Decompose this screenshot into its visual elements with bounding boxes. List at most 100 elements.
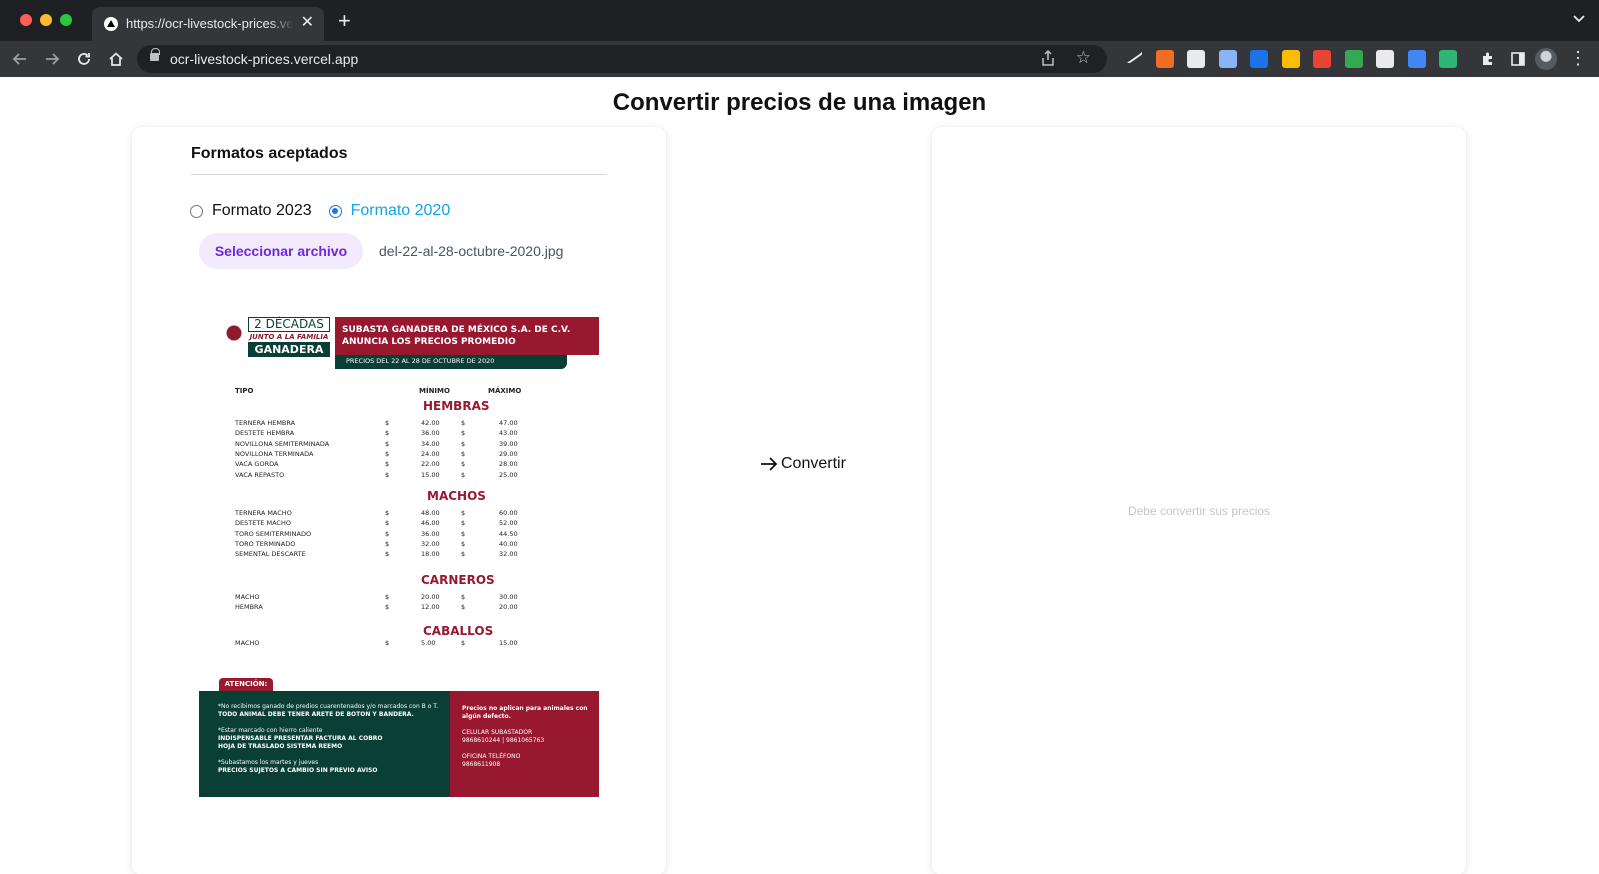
currency-sign: $: [461, 449, 466, 458]
maximize-window-button[interactable]: [60, 14, 72, 26]
currency-sign: $: [385, 539, 390, 548]
currency-sign: $: [461, 509, 466, 517]
price-max: 32.00: [499, 550, 518, 559]
price-min: 36.00: [421, 529, 440, 538]
price-section-heading: HEMBRAS: [423, 399, 490, 413]
price-row: TERNERA MACHO $48.00 $60.00: [199, 509, 599, 519]
bull-logo-icon: [222, 317, 246, 357]
extension-icon[interactable]: [1407, 50, 1426, 68]
browser-toolbar: ocr-livestock-prices.vercel.app ☆ ⋮: [0, 41, 1599, 77]
radio-label-2023[interactable]: Formato 2023: [212, 202, 312, 220]
close-window-button[interactable]: [20, 14, 32, 26]
note: HOJA DE TRASLADO SISTEMA REEMO: [218, 743, 343, 750]
share-icon[interactable]: [1041, 49, 1055, 69]
currency-sign: $: [461, 519, 466, 528]
price-type: TORO SEMITERMINADO: [235, 529, 312, 538]
browser-titlebar: https://ocr-livestock-prices.vercel.app …: [0, 0, 1599, 41]
select-file-button[interactable]: Seleccionar archivo: [199, 233, 363, 269]
price-row: TORO SEMITERMINADO $36.00 $44.50: [199, 530, 599, 540]
price-min: 20.00: [421, 593, 440, 601]
extension-icon[interactable]: [1250, 50, 1268, 68]
price-row: DESTETE HEMBRA $36.00 $43.00: [199, 429, 599, 439]
uploaded-image-preview: 2 DÉCADAS JUNTO A LA FAMILIA GANADERA SU…: [199, 307, 599, 797]
home-icon[interactable]: [104, 47, 128, 71]
price-row: HEMBRA $12.00 $20.00: [199, 603, 599, 613]
flyer-header: SUBASTA GANADERA DE MÉXICO S.A. DE C.V. …: [335, 317, 599, 355]
price-max: 28.00: [499, 460, 518, 469]
note: PRECIOS SUJETOS A CAMBIO SIN PREVIO AVIS…: [218, 767, 378, 774]
contact-note: algún defecto.: [462, 713, 511, 720]
extension-icon[interactable]: [1122, 45, 1144, 65]
price-type: NOVILLONA SEMITERMINADA: [235, 439, 330, 448]
url-text[interactable]: ocr-livestock-prices.vercel.app: [170, 51, 358, 67]
arrow-right-icon: [761, 457, 778, 471]
profile-avatar[interactable]: [1535, 48, 1557, 70]
forward-icon[interactable]: [40, 47, 64, 71]
browser-tab[interactable]: https://ocr-livestock-prices.vercel.app …: [92, 7, 324, 41]
tab-close-icon[interactable]: ✕: [301, 14, 314, 32]
currency-sign: $: [385, 449, 390, 458]
page: Convertir precios de una imagen Formatos…: [0, 77, 1599, 874]
price-min: 24.00: [421, 449, 440, 458]
note: TODO ANIMAL DEBE TENER ARETE DE BOTON Y …: [218, 711, 414, 718]
tab-search-chevron-icon[interactable]: [1573, 10, 1585, 26]
extension-icon[interactable]: [1218, 50, 1237, 68]
results-card: Debe convertir sus precios: [932, 127, 1466, 874]
col-header-maximo: MÁXIMO: [488, 387, 522, 395]
sidebar-icon[interactable]: [1506, 47, 1530, 71]
currency-sign: $: [385, 470, 390, 479]
price-row: TORO TERMINADO $32.00 $40.00: [199, 540, 599, 550]
price-min: 22.00: [421, 460, 440, 469]
currency-sign: $: [461, 460, 466, 469]
minimize-window-button[interactable]: [40, 14, 52, 26]
address-bar[interactable]: ocr-livestock-prices.vercel.app ☆: [137, 45, 1107, 73]
price-type: HEMBRA: [235, 603, 263, 612]
price-row: SEMENTAL DESCARTE $18.00 $32.00: [199, 550, 599, 560]
price-max: 39.00: [499, 439, 518, 448]
price-type: TERNERA MACHO: [235, 509, 292, 517]
price-min: 12.00: [421, 603, 440, 612]
price-max: 60.00: [499, 509, 518, 517]
currency-sign: $: [461, 439, 466, 448]
extension-icon[interactable]: [1281, 50, 1300, 68]
extension-icon[interactable]: [1344, 50, 1363, 68]
price-max: 44.50: [499, 529, 518, 538]
extension-icon[interactable]: [1376, 50, 1394, 68]
extensions-icon[interactable]: [1476, 47, 1500, 71]
convert-button[interactable]: Convertir: [760, 455, 846, 473]
price-max: 52.00: [499, 519, 518, 528]
flyer-contact: Precios no aplican para animales con alg…: [450, 691, 599, 797]
contact-note: 9868611908: [462, 761, 501, 768]
col-header-tipo: TIPO: [235, 387, 254, 395]
reload-icon[interactable]: [72, 47, 96, 71]
currency-sign: $: [461, 429, 466, 438]
menu-icon[interactable]: ⋮: [1569, 49, 1587, 67]
extension-icon[interactable]: [1187, 50, 1205, 68]
price-min: 32.00: [421, 539, 440, 548]
currency-sign: $: [385, 419, 390, 427]
star-icon[interactable]: ☆: [1076, 48, 1091, 68]
extension-icon[interactable]: [1155, 50, 1174, 68]
atencion-tab: ATENCIÓN:: [219, 678, 273, 691]
back-icon[interactable]: [8, 47, 32, 71]
radio-formato-2023[interactable]: [190, 204, 203, 218]
price-type: VACA GORDA: [235, 460, 279, 469]
price-max: 15.00: [499, 639, 518, 647]
price-row: TERNERA HEMBRA $42.00 $47.00: [199, 419, 599, 429]
extension-icon[interactable]: [1439, 50, 1457, 68]
price-row: VACA REPASTO $15.00 $25.00: [199, 471, 599, 481]
lock-icon[interactable]: [150, 48, 160, 61]
price-min: 46.00: [421, 519, 440, 528]
convert-label[interactable]: Convertir: [781, 455, 846, 473]
col-header-minimo: MÍNIMO: [419, 387, 450, 395]
price-type: NOVILLONA TERMINADA: [235, 449, 314, 458]
currency-sign: $: [461, 529, 466, 538]
radio-label-2020[interactable]: Formato 2020: [351, 202, 451, 220]
subasta-logo: 2 DÉCADAS JUNTO A LA FAMILIA GANADERA: [222, 317, 330, 357]
new-tab-button[interactable]: +: [338, 10, 351, 32]
extension-icon[interactable]: [1313, 50, 1331, 68]
price-row: DESTETE MACHO $46.00 $52.00: [199, 519, 599, 529]
upload-card: Formatos aceptados Formato 2023 Formato …: [132, 127, 666, 874]
contact-note: CELULAR SUBASTADOR: [462, 729, 533, 736]
radio-formato-2020[interactable]: [328, 204, 342, 218]
